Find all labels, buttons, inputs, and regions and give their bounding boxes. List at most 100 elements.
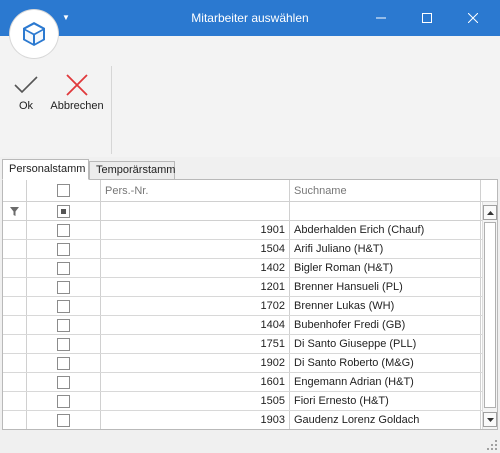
row-checkbox[interactable] (57, 394, 70, 408)
table-row[interactable]: 1601 Engemann Adrian (H&T) (3, 373, 482, 392)
table-row[interactable]: 1902 Di Santo Roberto (M&G) (3, 354, 482, 373)
cell-suchname: Bigler Roman (H&T) (290, 259, 481, 277)
row-checkbox-cell[interactable] (27, 259, 101, 277)
cancel-button[interactable]: Abbrechen (48, 74, 106, 112)
row-checkbox[interactable] (57, 356, 70, 370)
table-row[interactable]: 1901 Abderhalden Erich (Chauf) (3, 221, 482, 240)
row-checkbox[interactable] (57, 242, 70, 256)
cell-suchname: Fiori Ernesto (H&T) (290, 392, 481, 410)
row-indicator[interactable] (3, 335, 27, 353)
row-checkbox-cell[interactable] (27, 335, 101, 353)
scroll-up-button[interactable] (483, 205, 497, 220)
filter-checkbox[interactable] (57, 204, 70, 218)
cell-pers-nr: 1504 (101, 240, 290, 258)
row-checkbox[interactable] (57, 318, 70, 332)
table-row[interactable]: 1402 Bigler Roman (H&T) (3, 259, 482, 278)
cell-pers-nr: 1404 (101, 316, 290, 334)
row-checkbox-cell[interactable] (27, 392, 101, 410)
cell-pers-nr: 1903 (101, 411, 290, 429)
resize-grip-icon[interactable] (487, 440, 497, 450)
row-checkbox[interactable] (57, 280, 70, 294)
column-header-name[interactable]: Suchname (290, 180, 481, 201)
ok-label: Ok (18, 100, 34, 112)
table-row[interactable]: 1751 Di Santo Giuseppe (PLL) (3, 335, 482, 354)
filter-nr-input[interactable] (101, 202, 290, 220)
close-button[interactable] (450, 0, 496, 36)
tab-temporaerstamm[interactable]: Temporärstamm (89, 161, 175, 180)
header-select-all[interactable] (27, 180, 101, 201)
table-row[interactable]: 1505 Fiori Ernesto (H&T) (3, 392, 482, 411)
row-indicator[interactable] (3, 240, 27, 258)
checkmark-icon (14, 76, 38, 94)
vertical-scrollbar[interactable] (482, 202, 497, 429)
row-checkbox-cell[interactable] (27, 316, 101, 334)
row-checkbox[interactable] (57, 261, 70, 275)
filter-name-input[interactable] (290, 202, 481, 220)
ok-button[interactable]: Ok (11, 74, 41, 112)
row-checkbox-cell[interactable] (27, 297, 101, 315)
table-row[interactable]: 1702 Brenner Lukas (WH) (3, 297, 482, 316)
maximize-button[interactable] (404, 0, 450, 36)
row-indicator[interactable] (3, 297, 27, 315)
app-logo[interactable] (10, 10, 58, 58)
table-row[interactable]: 1404 Bubenhofer Fredi (GB) (3, 316, 482, 335)
row-indicator[interactable] (3, 411, 27, 429)
ribbon-separator (111, 66, 112, 154)
column-header-nr[interactable]: Pers.-Nr. (101, 180, 290, 201)
row-indicator[interactable] (3, 354, 27, 372)
filter-checkbox-cell[interactable] (27, 202, 101, 220)
row-checkbox-cell[interactable] (27, 221, 101, 239)
row-indicator[interactable] (3, 278, 27, 296)
cell-pers-nr: 1751 (101, 335, 290, 353)
row-checkbox-cell[interactable] (27, 354, 101, 372)
row-checkbox-cell[interactable] (27, 411, 101, 429)
employee-grid: Pers.-Nr. Suchname 1901 Abderhalden Erich… (2, 179, 498, 430)
row-indicator[interactable] (3, 373, 27, 391)
row-checkbox-cell[interactable] (27, 240, 101, 258)
cancel-label: Abbrechen (50, 100, 104, 112)
row-checkbox[interactable] (57, 299, 70, 313)
row-checkbox[interactable] (57, 413, 70, 427)
cell-pers-nr: 1402 (101, 259, 290, 277)
cell-suchname: Bubenhofer Fredi (GB) (290, 316, 481, 334)
cell-suchname: Gaudenz Lorenz Goldach (290, 411, 481, 429)
minimize-icon (376, 17, 386, 19)
row-checkbox[interactable] (57, 223, 70, 237)
row-indicator[interactable] (3, 221, 27, 239)
cell-pers-nr: 1601 (101, 373, 290, 391)
cell-suchname: Di Santo Roberto (M&G) (290, 354, 481, 372)
title-bar: Mitarbeiter auswählen ▼ (0, 0, 500, 36)
close-icon (468, 13, 478, 23)
status-bar (0, 432, 500, 453)
dropdown-caret-icon[interactable]: ▼ (62, 13, 70, 22)
scroll-down-button[interactable] (483, 412, 497, 427)
table-row[interactable]: 1504 Arifi Juliano (H&T) (3, 240, 482, 259)
row-indicator[interactable] (3, 259, 27, 277)
row-checkbox-cell[interactable] (27, 278, 101, 296)
filter-row (3, 202, 497, 221)
cell-suchname: Brenner Lukas (WH) (290, 297, 481, 315)
cell-suchname: Di Santo Giuseppe (PLL) (290, 335, 481, 353)
arrow-down-icon (486, 417, 494, 422)
cell-pers-nr: 1505 (101, 392, 290, 410)
tab-personalstamm[interactable]: Personalstamm (2, 159, 89, 180)
cell-suchname: Engemann Adrian (H&T) (290, 373, 481, 391)
header-indicator-cell (3, 180, 27, 201)
scroll-thumb[interactable] (484, 222, 496, 408)
filter-icon (10, 206, 19, 216)
filter-indicator (3, 202, 27, 220)
x-cross-icon (66, 74, 88, 96)
cell-suchname: Brenner Hansueli (PL) (290, 278, 481, 296)
cell-pers-nr: 1201 (101, 278, 290, 296)
row-checkbox[interactable] (57, 375, 70, 389)
row-indicator[interactable] (3, 392, 27, 410)
cell-pers-nr: 1702 (101, 297, 290, 315)
row-checkbox-cell[interactable] (27, 373, 101, 391)
row-checkbox[interactable] (57, 337, 70, 351)
table-row[interactable]: 1201 Brenner Hansueli (PL) (3, 278, 482, 297)
minimize-button[interactable] (358, 0, 404, 36)
grid-rows: 1901 Abderhalden Erich (Chauf) 1504 Arifi J… (3, 221, 482, 429)
table-row[interactable]: 1903 Gaudenz Lorenz Goldach (3, 411, 482, 429)
row-indicator[interactable] (3, 316, 27, 334)
select-all-checkbox[interactable] (57, 184, 70, 197)
